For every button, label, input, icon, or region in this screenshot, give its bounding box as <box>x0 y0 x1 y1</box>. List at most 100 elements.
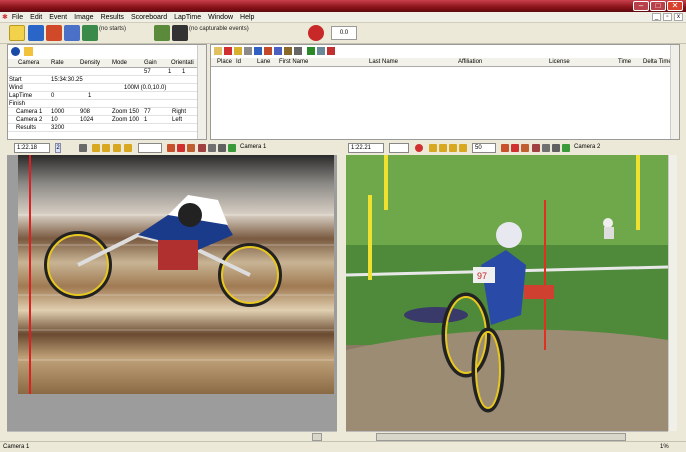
runner-red-icon[interactable] <box>46 25 62 41</box>
minimize-button[interactable]: – <box>633 1 649 11</box>
flag-icon[interactable] <box>284 47 292 55</box>
capture-icon[interactable] <box>167 144 175 152</box>
table-row[interactable]: Finish <box>8 100 198 108</box>
zoom-in-icon[interactable] <box>124 144 132 152</box>
table-row[interactable]: Wind 100M (0.0,10.0) <box>8 84 198 92</box>
camera2-time[interactable]: 1:22.21 <box>348 143 384 153</box>
person-icon[interactable] <box>187 144 195 152</box>
camera2-image[interactable]: 97 <box>346 155 668 431</box>
camera2-scroll-thumb[interactable] <box>376 433 626 441</box>
next-icon[interactable] <box>439 144 447 152</box>
table-row[interactable]: Camera 2 10 1024 Zoom 100 1 Left <box>8 116 198 124</box>
sun-icon[interactable] <box>9 25 25 41</box>
table-row[interactable]: LapTime 0 1 <box>8 92 198 100</box>
camera1-image[interactable] <box>18 155 334 394</box>
printer-icon[interactable] <box>552 144 560 152</box>
left-panel-scrollbar[interactable] <box>197 45 206 139</box>
maximize-button[interactable]: □ <box>650 1 666 11</box>
stop-sign-icon[interactable] <box>308 25 324 41</box>
camera1-toolbar: 1:22.18 2 Camera 1 <box>7 141 337 155</box>
table-row[interactable]: Camera 1 1000 908 Zoom 150 77 Right <box>8 108 198 116</box>
menu-window[interactable]: Window <box>208 14 233 21</box>
car-icon[interactable] <box>154 25 170 41</box>
prev-icon[interactable] <box>92 144 100 152</box>
finish-line-marker[interactable] <box>29 155 31 394</box>
printer-icon[interactable] <box>218 144 226 152</box>
lock-icon[interactable] <box>24 47 33 56</box>
table-row[interactable]: Start 15:34:30.25 <box>8 76 198 84</box>
no-events-text: (no capturable events) <box>189 26 249 32</box>
zoom-out-icon[interactable] <box>449 144 457 152</box>
capture-icon[interactable] <box>501 144 509 152</box>
results-panel: Place Id Lane First Name Last Name Affil… <box>210 44 680 140</box>
menu-event[interactable]: Event <box>49 14 67 21</box>
camera1-zoom-select[interactable] <box>138 143 162 153</box>
mdi-restore-button[interactable]: ▫ <box>663 13 672 21</box>
results-toolbar <box>214 47 414 57</box>
delete-image-icon[interactable] <box>177 144 185 152</box>
status-bar: Camera 1 1% <box>0 441 686 451</box>
mdi-minimize-button[interactable]: _ <box>652 13 661 21</box>
camera2-toolbar: 1:22.21 50 Camera 2 <box>341 141 680 155</box>
app-icon: ✱ <box>2 14 8 21</box>
camera2-vscroll[interactable] <box>668 155 677 431</box>
camera2-zoom-select[interactable]: 50 <box>472 143 496 153</box>
runner2-small-icon[interactable] <box>264 47 272 55</box>
table-row[interactable]: Results 3200 <box>8 124 198 132</box>
prev-icon[interactable] <box>429 144 437 152</box>
print-icon[interactable] <box>294 47 302 55</box>
camera1-time[interactable]: 1:22.18 <box>14 143 50 153</box>
grid-icon[interactable] <box>228 144 236 152</box>
settings-icon[interactable] <box>79 144 87 152</box>
toolbar: (no starts) (no capturable events) 0.0 <box>0 23 686 44</box>
find-icon[interactable] <box>234 47 242 55</box>
menu-help[interactable]: Help <box>240 14 254 21</box>
traffic-light-icon[interactable] <box>172 25 188 41</box>
no-starts-text: (no starts) <box>99 26 127 32</box>
menu-edit[interactable]: Edit <box>30 14 42 21</box>
marker-icon[interactable] <box>198 144 206 152</box>
person-icon[interactable] <box>521 144 529 152</box>
menu-file[interactable]: File <box>12 14 23 21</box>
close-button[interactable]: ✕ <box>667 1 683 11</box>
info-icon[interactable] <box>11 47 20 56</box>
menu-bar: ✱ File Edit Event Image Results Scoreboa… <box>0 12 686 23</box>
camera1-scroll-thumb[interactable] <box>312 433 322 441</box>
runner-small-icon[interactable] <box>254 47 262 55</box>
menu-results[interactable]: Results <box>101 14 124 21</box>
mdi-controls: _ ▫ x <box>652 13 683 21</box>
camera1-label: Camera 1 <box>240 144 267 150</box>
runner3-small-icon[interactable] <box>274 47 282 55</box>
menu-image[interactable]: Image <box>74 14 93 21</box>
contrast-icon[interactable] <box>208 144 216 152</box>
delete-icon[interactable] <box>224 47 232 55</box>
top-values-row: 57 1 1 <box>8 68 198 76</box>
no-entry-icon[interactable] <box>415 144 423 152</box>
runner-blue-icon[interactable] <box>64 25 80 41</box>
grid-icon[interactable] <box>562 144 570 152</box>
edit-icon[interactable] <box>244 47 252 55</box>
next-icon[interactable] <box>102 144 110 152</box>
contrast-icon[interactable] <box>542 144 550 152</box>
marker-icon[interactable] <box>532 144 540 152</box>
zoom-out-icon[interactable] <box>113 144 121 152</box>
mdi-close-button[interactable]: x <box>674 13 683 21</box>
event-info-panel: Camera Rate Density Mode Gain Orientati … <box>7 44 207 140</box>
sun-small-icon[interactable] <box>214 47 222 55</box>
zoom-in-icon[interactable] <box>459 144 467 152</box>
menu-laptime[interactable]: LapTime <box>174 14 201 21</box>
bib-number: 97 <box>477 271 487 281</box>
runner-icon[interactable] <box>28 25 44 41</box>
camera1-spin[interactable]: 2 <box>55 143 61 153</box>
remove-icon[interactable] <box>327 47 335 55</box>
camera2-hscroll[interactable] <box>346 431 668 441</box>
camera2-spin[interactable] <box>389 143 409 153</box>
camera1-hscroll[interactable] <box>7 431 337 441</box>
camera-grid-header: Camera Rate Density Mode Gain Orientati <box>8 59 198 68</box>
runner-flag-icon[interactable] <box>82 25 98 41</box>
menu-scoreboard[interactable]: Scoreboard <box>131 14 167 21</box>
snowflake-icon[interactable] <box>317 47 325 55</box>
delete-image-icon[interactable] <box>511 144 519 152</box>
results-scrollbar[interactable] <box>670 45 679 139</box>
add-icon[interactable] <box>307 47 315 55</box>
